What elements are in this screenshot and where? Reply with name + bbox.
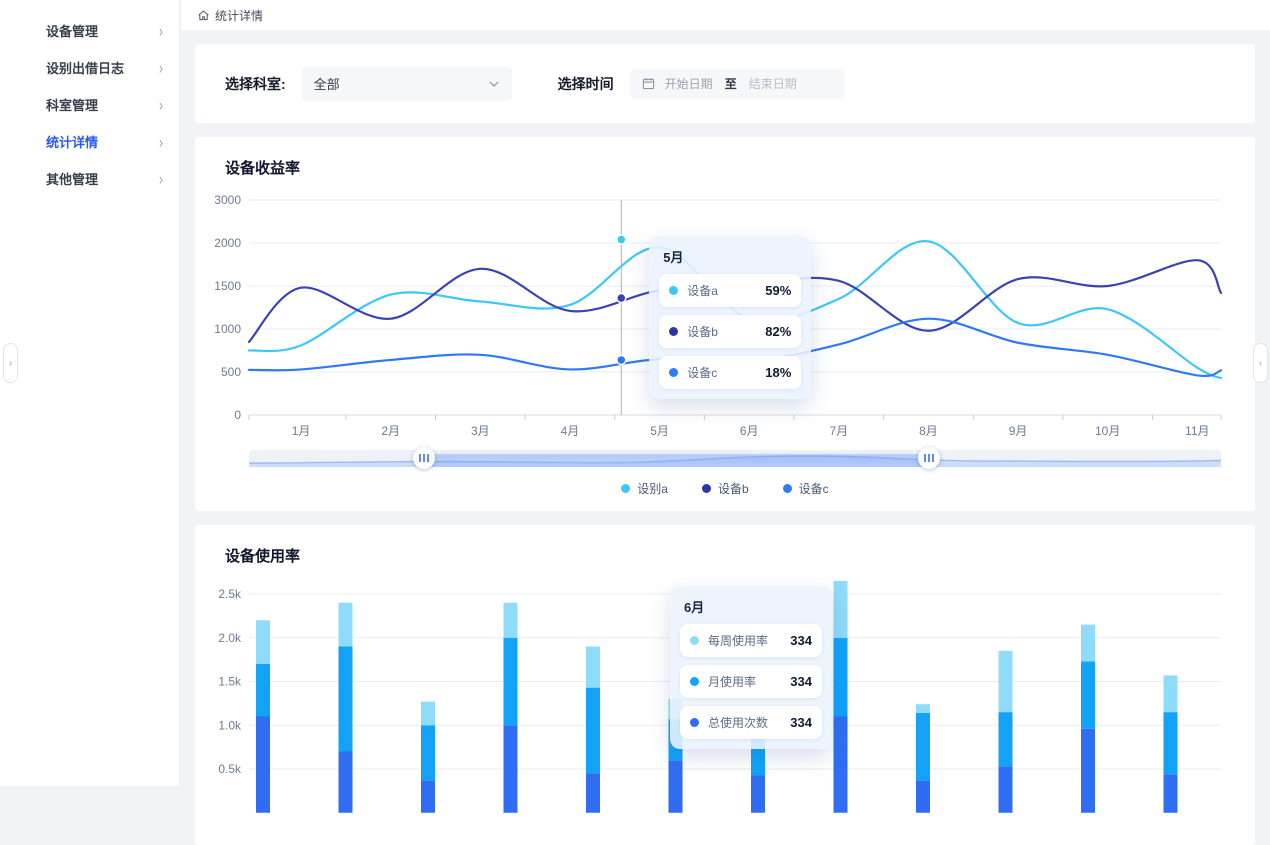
series-dot: [669, 327, 678, 336]
svg-text:0.5k: 0.5k: [218, 762, 242, 776]
legend-dot: [621, 484, 630, 493]
series-dot: [669, 286, 678, 295]
chevron-right-icon: ›: [159, 95, 163, 115]
chevron-right-icon: ›: [159, 58, 163, 78]
svg-text:8月: 8月: [919, 424, 938, 438]
calendar-icon: [642, 77, 655, 90]
series-dot: [669, 368, 678, 377]
sidebar-item-device-management[interactable]: 设备管理 ›: [0, 12, 179, 49]
sidebar: 设备管理 › 设别出借日志 › 科室管理 › 统计详情 › 其他管理 ›: [0, 0, 180, 786]
svg-text:11月: 11月: [1185, 424, 1209, 438]
svg-text:1.0k: 1.0k: [218, 718, 242, 732]
svg-text:3000: 3000: [215, 193, 241, 207]
department-select-value: 全部: [314, 74, 488, 93]
sidebar-item-lend-log[interactable]: 设别出借日志 ›: [0, 49, 179, 86]
svg-text:1000: 1000: [215, 322, 241, 336]
tooltip-row: 设备b 82%: [659, 315, 801, 348]
datazoom-selected-range[interactable]: [424, 450, 929, 467]
svg-text:10月: 10月: [1095, 424, 1120, 438]
chevron-right-icon: ›: [159, 169, 163, 189]
datazoom-left-handle[interactable]: [413, 447, 435, 469]
svg-text:9月: 9月: [1009, 424, 1028, 438]
svg-text:2.0k: 2.0k: [218, 631, 242, 645]
breadcrumb-label: 统计详情: [215, 7, 263, 24]
date-range-picker[interactable]: 开始日期 至 结束日期: [630, 69, 845, 99]
tooltip-row: 月使用率 334: [680, 665, 822, 698]
tooltip-row: 设备a 59%: [659, 274, 801, 307]
svg-text:2.5k: 2.5k: [218, 587, 242, 601]
usage-chart-title: 设备使用率: [225, 545, 1235, 566]
sidebar-collapse-toggle[interactable]: ›: [3, 343, 18, 383]
department-filter-label: 选择科室:: [225, 74, 286, 94]
main-content: 统计详情 选择科室: 全部 选择时间 开始日期 至 结束日期 设备收益率 300…: [181, 0, 1270, 786]
sidebar-item-label: 科室管理: [46, 95, 159, 114]
tooltip-row: 设备c 18%: [659, 356, 801, 389]
filter-panel: 选择科室: 全部 选择时间 开始日期 至 结束日期: [195, 44, 1255, 123]
chevron-right-icon: ›: [159, 21, 163, 41]
bar-chart-tooltip: 6月 每周使用率 334 月使用率 334 总使用次数 334: [670, 586, 832, 749]
sidebar-item-label: 其他管理: [46, 169, 159, 188]
series-dot: [690, 718, 699, 727]
sidebar-item-label: 设别出借日志: [46, 58, 159, 77]
svg-text:6月: 6月: [740, 424, 759, 438]
datazoom-slider[interactable]: [249, 450, 1221, 467]
date-end-input[interactable]: 结束日期: [749, 75, 797, 92]
tooltip-title: 5月: [663, 247, 801, 266]
sidebar-item-label: 设备管理: [46, 21, 159, 40]
svg-text:500: 500: [221, 365, 241, 379]
chevron-right-icon: ›: [159, 132, 163, 152]
svg-text:1.5k: 1.5k: [218, 675, 242, 689]
breadcrumb[interactable]: 统计详情: [197, 7, 263, 24]
tooltip-row: 总使用次数 334: [680, 706, 822, 739]
line-chart-tooltip: 5月 设备a 59% 设备b 82% 设备c 18%: [649, 236, 811, 399]
home-icon: [197, 9, 210, 22]
usage-chart: 2.5k 2.0k 1.5k 1.0k 0.5k 6月 每周使用率 334 月使用率 3…: [215, 576, 1235, 826]
series-dot: [690, 636, 699, 645]
topbar: 统计详情: [181, 0, 1270, 30]
svg-text:0: 0: [234, 408, 241, 422]
usage-chart-panel: 设备使用率 2.5k 2.0k 1.5k 1.0k 0.5k 6月 每周使用率 334 …: [195, 525, 1255, 845]
svg-text:7月: 7月: [829, 424, 848, 438]
tooltip-row: 每周使用率 334: [680, 624, 822, 657]
legend-item-series-b[interactable]: 设备b: [702, 480, 749, 497]
revenue-chart-title: 设备收益率: [225, 157, 1235, 178]
sidebar-item-department[interactable]: 科室管理 ›: [0, 86, 179, 123]
sidebar-item-statistics[interactable]: 统计详情 ›: [0, 123, 179, 160]
department-select[interactable]: 全部: [302, 67, 512, 101]
sidebar-item-other[interactable]: 其他管理 ›: [0, 160, 179, 197]
svg-text:4月: 4月: [561, 424, 580, 438]
legend-item-series-c[interactable]: 设备c: [783, 480, 829, 497]
time-filter-label: 选择时间: [558, 74, 614, 94]
revenue-chart-panel: 设备收益率 3000 2000 1500 1000 500 0 1月 2月 3月 4月 5月 6月 7月…: [195, 137, 1255, 511]
svg-text:1月: 1月: [292, 424, 311, 438]
line-chart-legend: 设别a 设备b 设备c: [215, 480, 1235, 497]
series-dot: [690, 677, 699, 686]
legend-dot: [702, 484, 711, 493]
legend-item-series-a[interactable]: 设别a: [621, 480, 668, 497]
svg-text:1500: 1500: [215, 279, 241, 293]
svg-text:2月: 2月: [381, 424, 400, 438]
sidebar-item-label: 统计详情: [46, 132, 159, 151]
revenue-chart: 3000 2000 1500 1000 500 0 1月 2月 3月 4月 5月 6月 7月 8月 9月 10…: [215, 188, 1235, 440]
date-separator: 至: [725, 75, 737, 92]
svg-text:5月: 5月: [650, 424, 669, 438]
tooltip-title: 6月: [684, 597, 822, 616]
chevron-down-icon: [488, 78, 500, 90]
svg-text:3月: 3月: [471, 424, 490, 438]
panel-collapse-toggle[interactable]: ‹: [1253, 343, 1268, 383]
svg-text:2000: 2000: [215, 236, 241, 250]
legend-dot: [783, 484, 792, 493]
date-start-input[interactable]: 开始日期: [665, 75, 713, 92]
